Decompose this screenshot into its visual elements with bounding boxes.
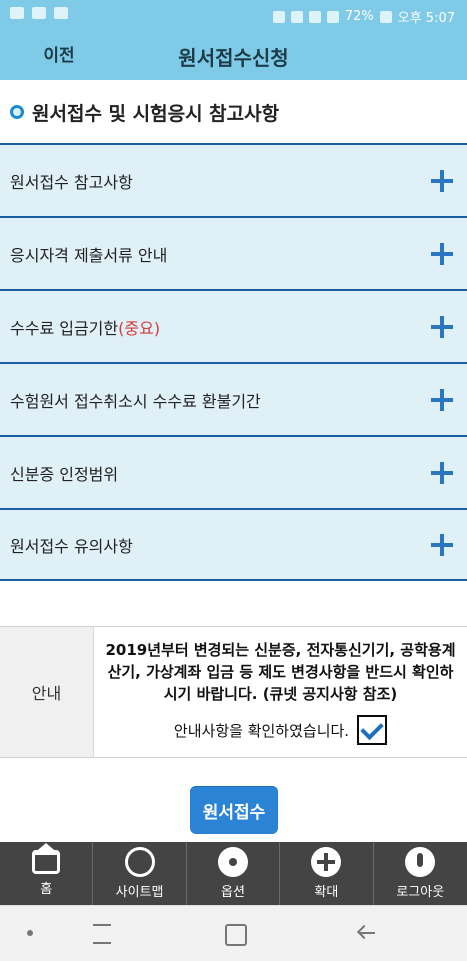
recent-apps-icon[interactable]	[93, 924, 111, 944]
confirm-label: 안내사항을 확인하였습니다.	[173, 721, 350, 740]
plus-icon[interactable]	[429, 532, 455, 558]
dot-icon	[27, 930, 33, 936]
accordion-label-main: 수수료 입금기한	[10, 318, 119, 338]
plus-icon[interactable]	[429, 314, 455, 340]
nav-logout[interactable]: 로그아웃	[374, 842, 467, 905]
image-icon	[32, 7, 46, 19]
globe-icon	[124, 847, 155, 877]
notice-text: 2019년부터 변경되는 신분증, 전자통신기기, 공학용계산기, 가상계좌 입…	[105, 641, 456, 703]
page-title: 원서접수신청	[178, 46, 289, 70]
power-icon	[405, 847, 436, 877]
bottom-navigation: 홈 사이트맵 옵션 확대 로그아웃	[0, 842, 467, 905]
plus-icon[interactable]	[429, 387, 455, 413]
submit-application-button[interactable]: 원서접수	[190, 786, 278, 834]
important-badge: (중요)	[118, 318, 161, 338]
accordion-item-refund-period[interactable]: 수험원서 접수취소시 수수료 환불기간	[0, 362, 467, 435]
nav-home[interactable]: 홈	[0, 842, 94, 905]
home-icon	[32, 843, 61, 874]
notice-box: 안내 2019년부터 변경되는 신분증, 전자통신기기, 공학용계산기, 가상계…	[0, 626, 467, 758]
mute-icon	[272, 10, 285, 23]
accordion-item-id-scope[interactable]: 신분증 인정범위	[0, 435, 467, 508]
wifi-icon	[308, 10, 321, 23]
confirm-checkbox[interactable]	[357, 715, 388, 745]
accordion-list: 원서접수 참고사항 응시자격 제출서류 안내 수수료 입금기한(중요) 수험원서…	[0, 143, 467, 581]
accordion-item-application-notes[interactable]: 원서접수 참고사항	[0, 143, 467, 216]
app-header: 이전 원서접수신청	[0, 30, 467, 80]
app-icon	[10, 7, 24, 19]
signal-icon	[326, 10, 339, 23]
status-left-icons	[10, 7, 68, 19]
gear-icon	[217, 847, 248, 877]
download-icon	[54, 7, 68, 19]
plus-icon	[311, 847, 342, 877]
accordion-label: 수험원서 접수취소시 수수료 환불기간	[10, 391, 261, 411]
accordion-item-precautions[interactable]: 원서접수 유의사항	[0, 508, 467, 581]
accordion-label: 응시자격 제출서류 안내	[10, 245, 168, 265]
battery-icon	[379, 10, 392, 23]
plus-icon[interactable]	[429, 460, 455, 486]
section-title: 원서접수 및 시험응시 참고사항	[32, 102, 280, 125]
back-arrow-icon[interactable]	[357, 924, 375, 942]
home-button-icon[interactable]	[225, 924, 247, 946]
accordion-label: 수수료 입금기한(중요)	[10, 315, 160, 339]
nav-label: 홈	[40, 882, 53, 897]
nav-options[interactable]: 옵션	[187, 842, 281, 905]
nav-sitemap[interactable]: 사이트맵	[93, 842, 187, 905]
android-navigation-bar	[0, 905, 467, 961]
nav-label: 확대	[314, 885, 339, 900]
notice-label: 안내	[0, 627, 94, 757]
battery-percent: 72%	[344, 9, 374, 24]
accordion-label: 신분증 인정범위	[10, 464, 119, 484]
alarm-icon	[290, 10, 303, 23]
accordion-label: 원서접수 참고사항	[10, 172, 133, 192]
status-bar: 72% 오후 5:07	[0, 0, 467, 30]
section-header: 원서접수 및 시험응시 참고사항	[10, 98, 279, 126]
bullet-icon	[10, 105, 24, 119]
nav-label: 사이트맵	[115, 885, 164, 900]
nav-zoom[interactable]: 확대	[280, 842, 374, 905]
confirm-row: 안내사항을 확인하였습니다.	[104, 715, 457, 745]
plus-icon[interactable]	[429, 241, 455, 267]
accordion-label: 원서접수 유의사항	[10, 536, 133, 556]
status-right: 72% 오후 5:07	[272, 7, 455, 26]
check-icon	[360, 716, 384, 740]
nav-label: 옵션	[221, 885, 245, 900]
clock: 오후 5:07	[397, 11, 455, 26]
accordion-item-fee-deadline[interactable]: 수수료 입금기한(중요)	[0, 289, 467, 362]
accordion-item-qualification-docs[interactable]: 응시자격 제출서류 안내	[0, 216, 467, 289]
nav-label: 로그아웃	[396, 885, 445, 900]
notice-content: 2019년부터 변경되는 신분증, 전자통신기기, 공학용계산기, 가상계좌 입…	[94, 627, 467, 757]
plus-icon[interactable]	[429, 168, 455, 194]
